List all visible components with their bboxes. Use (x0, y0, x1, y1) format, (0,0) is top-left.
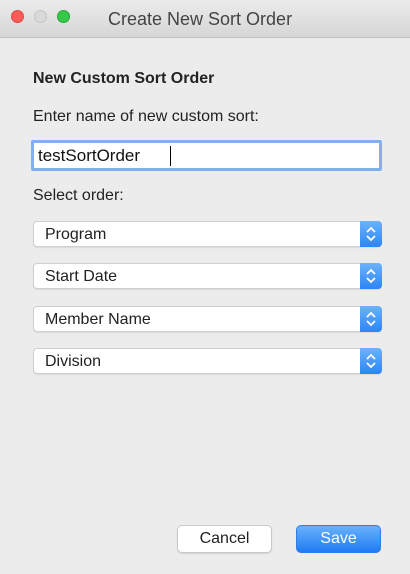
sort-field-select-3[interactable]: Member Name (33, 306, 382, 332)
up-down-arrows-icon[interactable] (360, 348, 382, 374)
sort-field-select-4[interactable]: Division (33, 348, 382, 374)
save-button[interactable]: Save (296, 525, 381, 553)
sort-field-select-2[interactable]: Start Date (33, 263, 382, 289)
name-prompt-label: Enter name of new custom sort: (33, 108, 259, 125)
sort-field-select-1[interactable]: Program (33, 221, 382, 247)
dialog-window: Create New Sort Order New Custom Sort Or… (0, 0, 410, 574)
sort-name-input[interactable] (31, 140, 382, 171)
text-caret (170, 146, 171, 166)
select-value: Program (45, 226, 107, 243)
minimize-window-icon[interactable] (34, 10, 47, 23)
select-value: Division (45, 353, 102, 370)
close-window-icon[interactable] (11, 10, 24, 23)
form-heading: New Custom Sort Order (33, 70, 215, 87)
up-down-arrows-icon[interactable] (360, 263, 382, 289)
select-value: Start Date (45, 268, 118, 285)
zoom-window-icon[interactable] (57, 10, 70, 23)
up-down-arrows-icon[interactable] (360, 221, 382, 247)
select-order-label: Select order: (33, 187, 124, 204)
select-value: Member Name (45, 311, 151, 328)
up-down-arrows-icon[interactable] (360, 306, 382, 332)
title-bar[interactable]: Create New Sort Order (0, 0, 410, 38)
cancel-button[interactable]: Cancel (177, 525, 272, 553)
window-title: Create New Sort Order (108, 9, 293, 29)
